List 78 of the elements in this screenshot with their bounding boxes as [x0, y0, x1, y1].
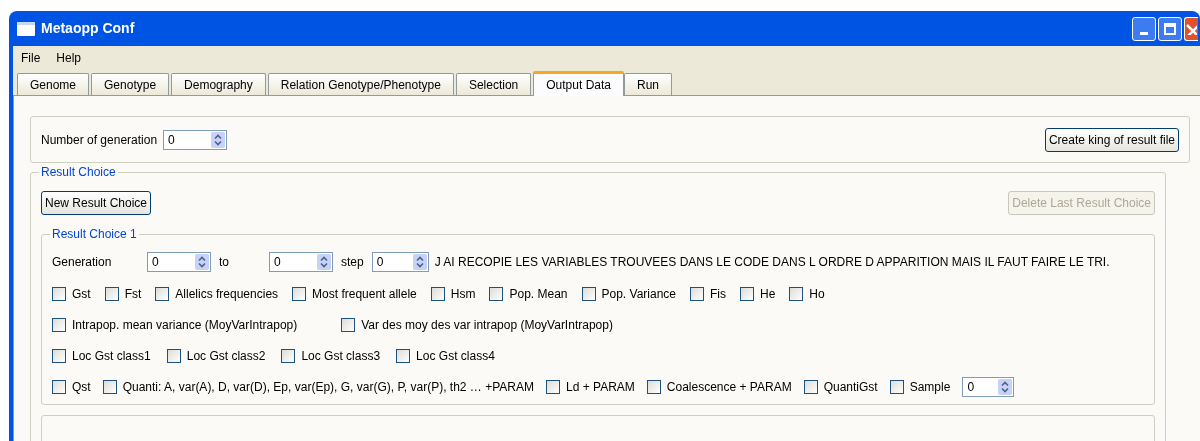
field-label: Number of generation	[41, 131, 158, 149]
checkbox-label: He	[760, 286, 776, 303]
checkbox[interactable]	[690, 287, 704, 301]
spinner-arrows-icon[interactable]	[317, 254, 331, 270]
number-spinner[interactable]: 0	[147, 252, 211, 272]
new-result-choice-button[interactable]: New Result Choice	[41, 191, 152, 215]
spinner-arrows-icon[interactable]	[998, 379, 1013, 395]
checkbox-label: Ld + PARAM	[566, 379, 635, 396]
menu-item[interactable]: Help	[56, 48, 82, 67]
checkbox-label: Intrapop. mean variance (MoyVarIntrapop)	[72, 317, 298, 334]
number-spinner[interactable]: 0	[163, 129, 228, 150]
checkbox[interactable]	[789, 287, 804, 301]
checkbox[interactable]	[166, 349, 181, 363]
tab[interactable]: Genome	[17, 73, 90, 95]
checkbox-label: Pop. Variance	[601, 286, 676, 303]
checkbox[interactable]	[396, 349, 411, 363]
window-title: Metaopp Conf	[41, 19, 135, 38]
checkbox[interactable]	[646, 380, 661, 394]
checkbox-label: Loc Gst class3	[301, 348, 381, 365]
number-spinner[interactable]: 0	[371, 252, 429, 272]
tab[interactable]: Run	[624, 73, 672, 95]
close-icon	[1185, 22, 1197, 35]
checkbox[interactable]	[52, 287, 66, 301]
checkbox[interactable]	[889, 380, 904, 394]
close-button[interactable]	[1184, 16, 1198, 41]
window-app-icon	[17, 21, 35, 36]
tab[interactable]: Selection	[455, 73, 532, 95]
checkbox[interactable]	[740, 287, 754, 301]
menu-item[interactable]: File	[21, 48, 41, 67]
number-spinner[interactable]: 0	[962, 377, 1015, 397]
checkbox-label: Hsm	[450, 286, 476, 303]
checkbox[interactable]	[52, 349, 66, 363]
checkbox[interactable]	[292, 287, 307, 301]
checkbox-label: Fst	[124, 286, 142, 303]
tab[interactable]: Demography	[171, 73, 266, 95]
maximize-button[interactable]	[1158, 16, 1182, 41]
checkbox[interactable]	[155, 287, 170, 301]
checkbox-label: Gst	[72, 286, 91, 303]
checkbox-label: Allelics frequencies	[175, 286, 279, 303]
checkbox-label: QuantiGst	[823, 379, 878, 396]
spinner-arrows-icon[interactable]	[211, 131, 226, 148]
checkbox[interactable]	[341, 318, 356, 332]
note-text: J AI RECOPIE LES VARIABLES TROUVEES DANS LE CODE DANS L ORDRE D APPARITION MAIS IL FAUT FAIRE LE TRI.	[434, 254, 1110, 271]
number-spinner[interactable]: 0	[269, 252, 333, 272]
checkbox[interactable]	[104, 287, 119, 301]
checkbox-label: Sample	[909, 379, 951, 396]
field-label: step	[341, 254, 364, 271]
checkbox[interactable]	[489, 287, 504, 301]
checkbox[interactable]	[102, 380, 117, 394]
checkbox-label: Fis	[710, 286, 726, 303]
tab[interactable]: Genotype	[91, 73, 170, 95]
create-result-file-button[interactable]: Create king of result file	[1044, 127, 1179, 152]
checkbox[interactable]	[430, 287, 445, 301]
checkbox-label: Ho	[809, 286, 825, 303]
checkbox[interactable]	[581, 287, 596, 301]
checkbox-label: Coalescence + PARAM	[666, 379, 792, 396]
spinner-arrows-icon[interactable]	[195, 254, 209, 270]
checkbox-label: Loc Gst class4	[416, 348, 495, 365]
checkbox[interactable]	[803, 380, 818, 394]
tab[interactable]: Relation Genotype/Phenotype	[267, 73, 454, 95]
checkbox-label: Loc Gst class1	[72, 348, 151, 365]
checkbox-label: Most frequent allele	[312, 286, 417, 303]
field-label: to	[219, 254, 230, 271]
checkbox-label: Var des moy des var intrapop (MoyVarIntrapop)	[361, 317, 613, 334]
checkbox[interactable]	[281, 349, 296, 363]
maximize-icon	[1164, 22, 1176, 35]
checkbox[interactable]	[546, 380, 560, 394]
minimize-icon	[1140, 31, 1148, 35]
checkbox-label: Quanti: A, var(A), D, var(D), Ep, var(Ep), G, var(G), P, var(P), th2 … +PARAM	[122, 379, 534, 396]
checkbox-label: Pop. Mean	[509, 286, 568, 303]
checkbox[interactable]	[52, 318, 66, 332]
checkbox[interactable]	[52, 380, 66, 394]
checkbox-label: Loc Gst class2	[186, 348, 266, 365]
field-label: Generation	[52, 254, 113, 271]
tab[interactable]: Output Data	[533, 71, 624, 96]
minimize-button[interactable]	[1132, 16, 1156, 41]
spinner-arrows-icon[interactable]	[412, 254, 427, 270]
checkbox-label: Qst	[72, 379, 91, 396]
